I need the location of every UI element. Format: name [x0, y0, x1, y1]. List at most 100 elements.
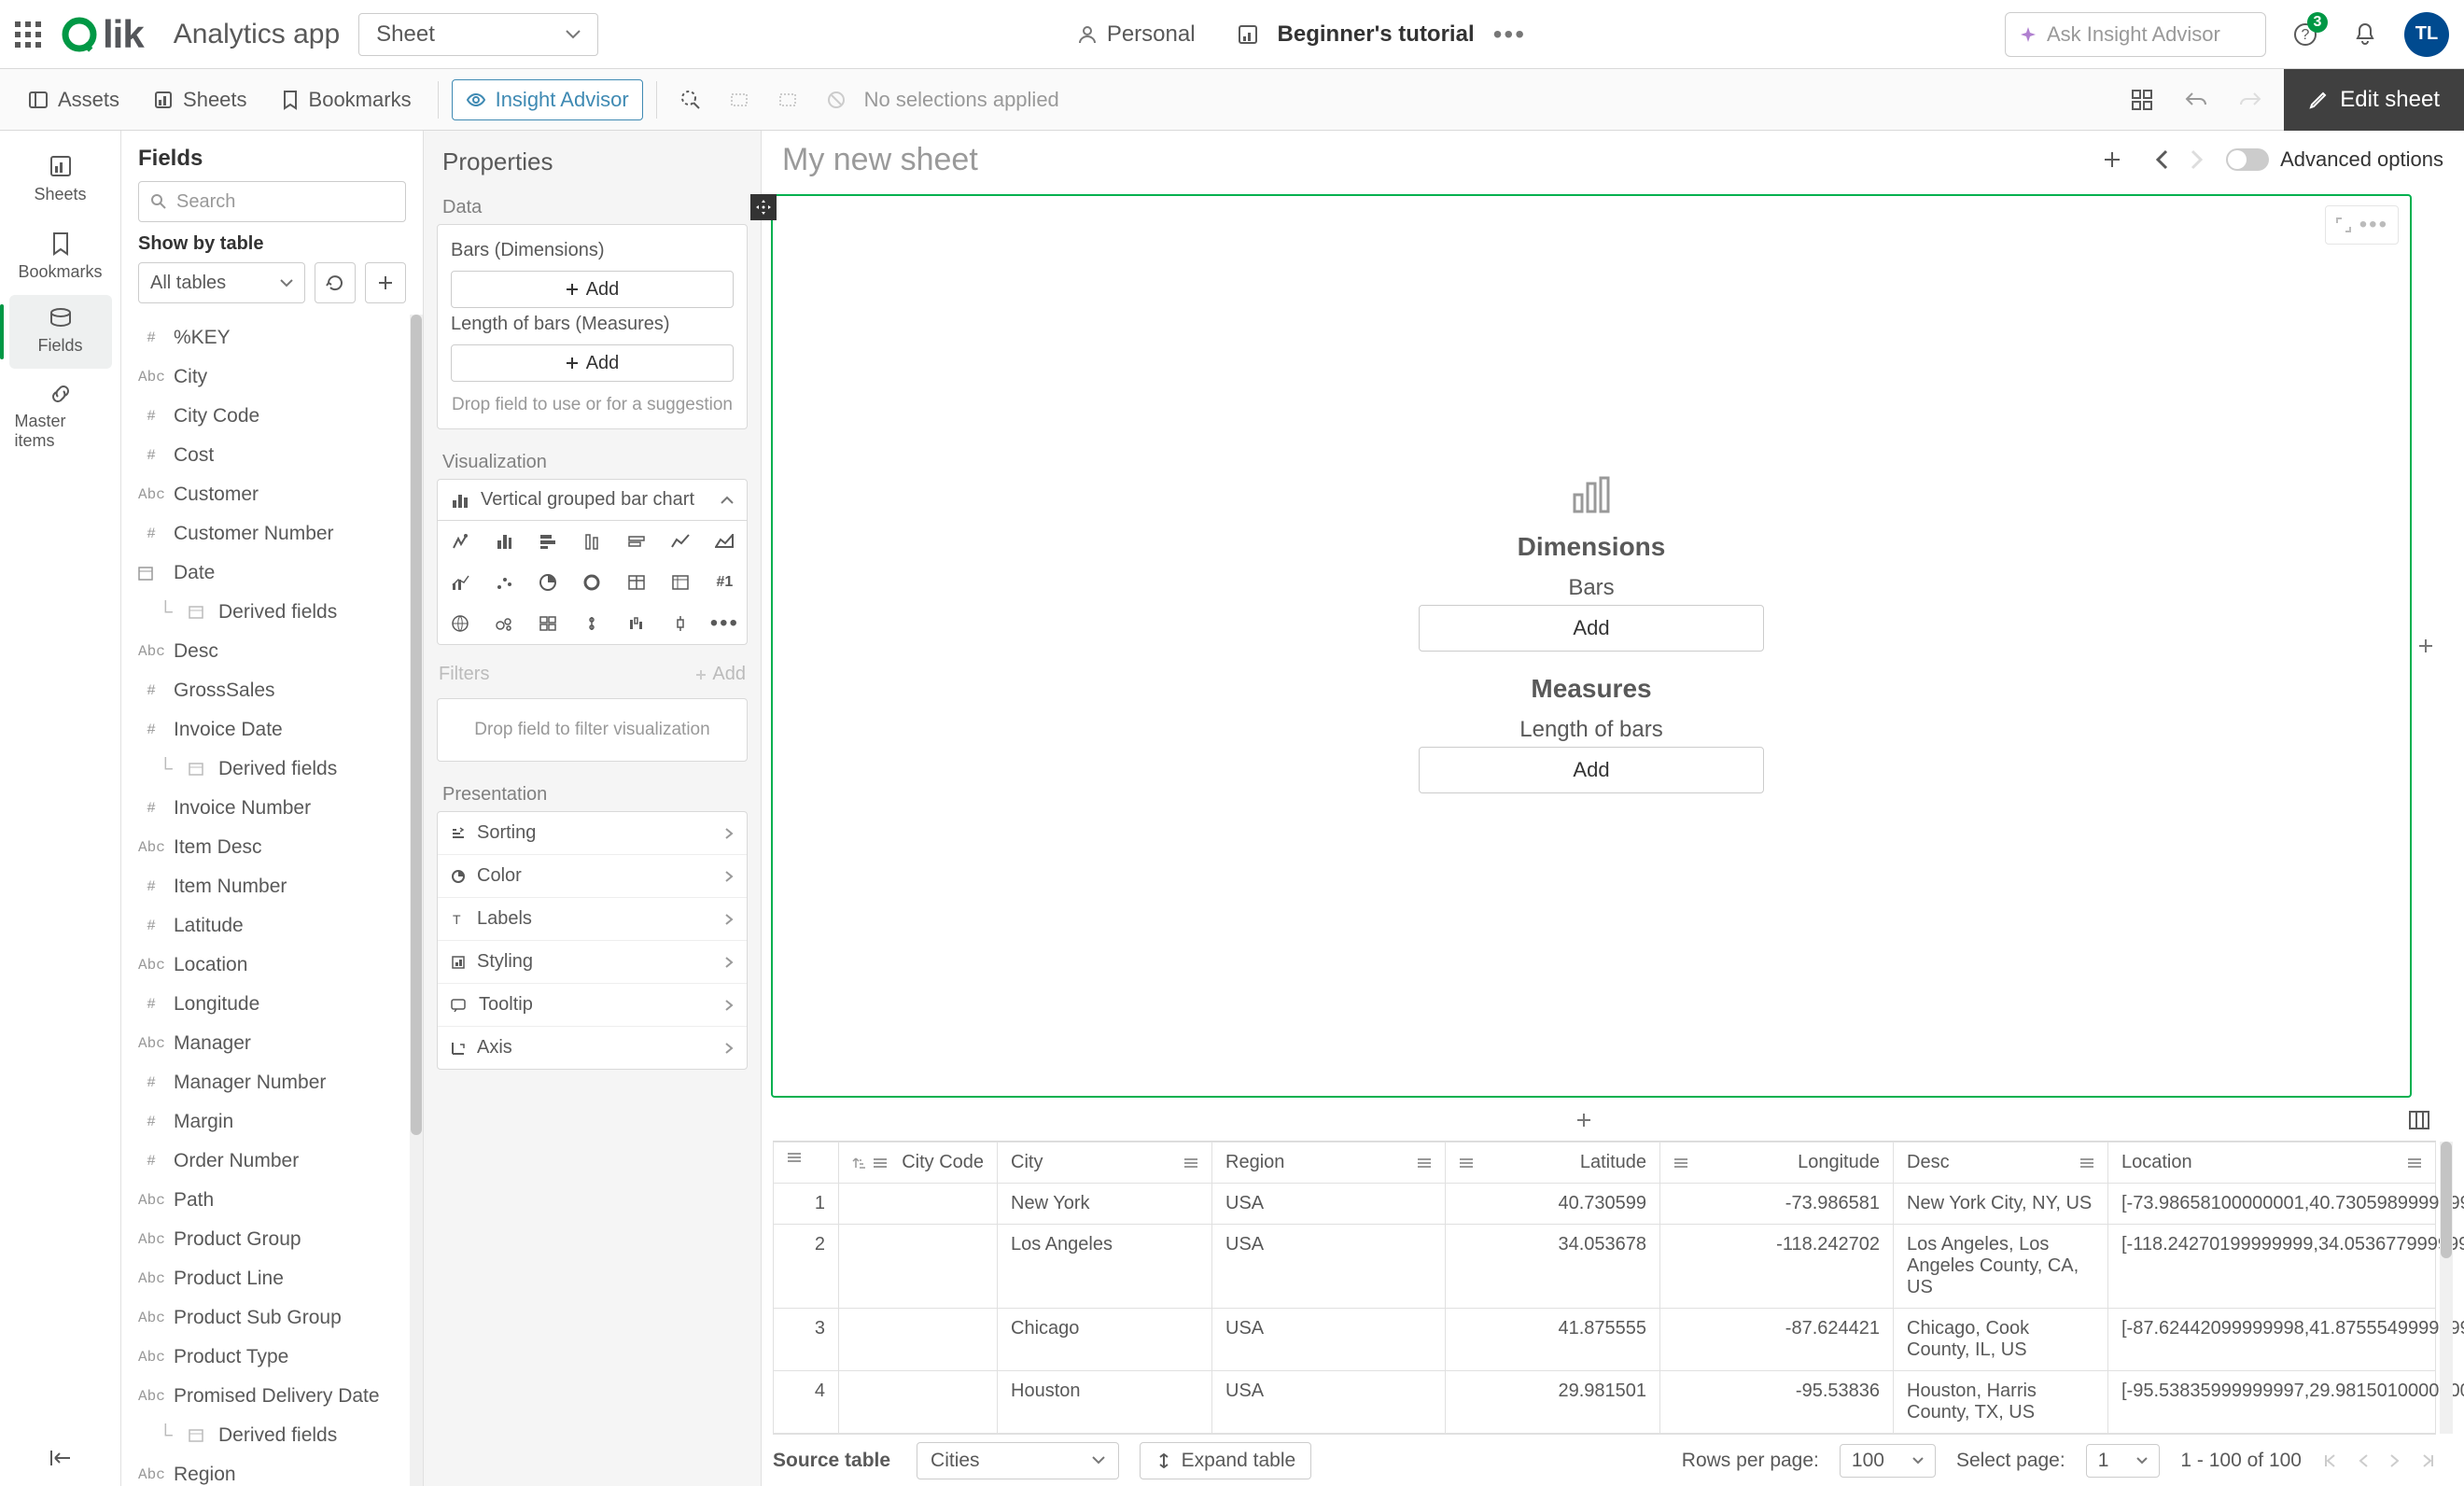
- field-item[interactable]: AbcCustomer: [121, 475, 423, 514]
- source-table-dropdown[interactable]: Cities: [917, 1442, 1119, 1479]
- field-item[interactable]: AbcRegion: [121, 1455, 423, 1486]
- table-row[interactable]: 1New YorkUSA40.730599-73.986581New York …: [774, 1184, 2436, 1225]
- viz-scatter-icon[interactable]: [482, 562, 525, 603]
- personal-menu[interactable]: Personal: [1077, 21, 1196, 48]
- table-row[interactable]: 4HoustonUSA29.981501-95.53836Houston, Ha…: [774, 1371, 2436, 1434]
- field-item[interactable]: #Invoice Date: [121, 710, 423, 750]
- field-item[interactable]: #%KEY: [121, 318, 423, 357]
- selections-tool-button[interactable]: [2121, 79, 2163, 120]
- viz-treemap-icon[interactable]: [482, 603, 525, 644]
- collapse-rail-button[interactable]: [48, 1449, 74, 1467]
- viz-hbar-icon[interactable]: [526, 521, 570, 562]
- field-item[interactable]: #Invoice Number: [121, 789, 423, 828]
- viz-combo-icon[interactable]: [438, 562, 482, 603]
- field-item[interactable]: #GrossSales: [121, 671, 423, 710]
- viz-pivot-icon[interactable]: [658, 562, 702, 603]
- field-item[interactable]: #Margin: [121, 1102, 423, 1142]
- viz-hstacked-icon[interactable]: [614, 521, 658, 562]
- table-header[interactable]: City Code: [839, 1143, 998, 1184]
- table-header[interactable]: City: [998, 1143, 1212, 1184]
- presentation-item[interactable]: Sorting: [438, 812, 747, 855]
- table-row[interactable]: 3ChicagoUSA41.875555-87.624421Chicago, C…: [774, 1309, 2436, 1371]
- table-scrollbar[interactable]: [2440, 1142, 2453, 1434]
- rail-master-items[interactable]: Master items: [9, 369, 112, 464]
- field-item[interactable]: └Derived fields: [121, 1416, 423, 1455]
- drop-filter-zone[interactable]: Drop field to filter visualization: [437, 698, 748, 762]
- smart-search-button[interactable]: [670, 79, 711, 120]
- field-item[interactable]: AbcItem Desc: [121, 828, 423, 867]
- presentation-item[interactable]: TLabels: [438, 898, 747, 941]
- table-header[interactable]: [774, 1143, 839, 1184]
- field-item[interactable]: AbcManager: [121, 1024, 423, 1063]
- field-item[interactable]: AbcPromised Delivery Date: [121, 1377, 423, 1416]
- qlik-logo[interactable]: lik: [60, 12, 144, 57]
- insight-search[interactable]: Ask Insight Advisor: [2005, 12, 2266, 57]
- viz-current-row[interactable]: Vertical grouped bar chart: [437, 479, 748, 521]
- viz-stacked-icon[interactable]: [570, 521, 614, 562]
- field-item[interactable]: AbcPath: [121, 1181, 423, 1220]
- viz-box-icon[interactable]: [658, 603, 702, 644]
- field-item[interactable]: Date: [121, 554, 423, 593]
- presentation-item[interactable]: Color: [438, 855, 747, 898]
- field-item[interactable]: #Latitude: [121, 906, 423, 946]
- field-item[interactable]: #Manager Number: [121, 1063, 423, 1102]
- fields-scrollbar[interactable]: [410, 315, 423, 1486]
- viz-vbar-icon[interactable]: [482, 521, 525, 562]
- field-item[interactable]: #Cost: [121, 436, 423, 475]
- rows-per-page-select[interactable]: 100: [1840, 1444, 1936, 1478]
- table-row[interactable]: 2Los AngelesUSA34.053678-118.242702Los A…: [774, 1225, 2436, 1309]
- user-avatar[interactable]: TL: [2404, 12, 2449, 57]
- viz-distribution-icon[interactable]: [570, 603, 614, 644]
- advanced-toggle[interactable]: [2226, 148, 2269, 171]
- field-item[interactable]: AbcProduct Group: [121, 1220, 423, 1259]
- expand-icon[interactable]: [2335, 217, 2352, 233]
- chart-container[interactable]: ••• Dimensions Bars Add Measures Length …: [771, 194, 2412, 1098]
- add-measure-button[interactable]: Add: [451, 344, 734, 382]
- add-sheet-button[interactable]: [2092, 139, 2133, 180]
- table-header[interactable]: Region: [1212, 1143, 1446, 1184]
- help-button[interactable]: ? 3: [2285, 14, 2326, 55]
- app-launcher-icon[interactable]: [15, 21, 41, 48]
- rail-fields[interactable]: Fields: [9, 295, 112, 369]
- add-bars-button[interactable]: Add: [1419, 605, 1764, 652]
- viz-map-icon[interactable]: [438, 603, 482, 644]
- rail-sheets[interactable]: Sheets: [9, 140, 112, 217]
- table-header[interactable]: Longitude: [1660, 1143, 1894, 1184]
- add-length-button[interactable]: Add: [1419, 747, 1764, 793]
- table-header[interactable]: Desc: [1894, 1143, 2108, 1184]
- presentation-item[interactable]: Axis: [438, 1027, 747, 1069]
- field-item[interactable]: #Longitude: [121, 985, 423, 1024]
- sheet-title[interactable]: My new sheet: [782, 142, 978, 178]
- select-page-select[interactable]: 1: [2086, 1444, 2161, 1478]
- table-header[interactable]: Location: [2108, 1143, 2436, 1184]
- prev-sheet-button[interactable]: [2155, 149, 2168, 170]
- tutorial-title[interactable]: Beginner's tutorial: [1278, 21, 1475, 48]
- viz-donut-icon[interactable]: [570, 562, 614, 603]
- expand-table-button[interactable]: Expand table: [1140, 1442, 1312, 1479]
- add-field-button[interactable]: [365, 262, 406, 303]
- table-select[interactable]: All tables: [138, 262, 305, 303]
- field-item[interactable]: AbcLocation: [121, 946, 423, 985]
- add-dimension-button[interactable]: Add: [451, 271, 734, 308]
- drag-handle[interactable]: [750, 194, 777, 220]
- undo-button[interactable]: [2176, 79, 2217, 120]
- viz-pie-icon[interactable]: [526, 562, 570, 603]
- sheet-dropdown[interactable]: Sheet: [358, 13, 598, 56]
- chart-more-icon[interactable]: •••: [2359, 212, 2388, 238]
- field-item[interactable]: #City Code: [121, 397, 423, 436]
- field-item[interactable]: AbcDesc: [121, 632, 423, 671]
- field-item[interactable]: └Derived fields: [121, 593, 423, 632]
- viz-line-icon[interactable]: [658, 521, 702, 562]
- field-item[interactable]: #Item Number: [121, 867, 423, 906]
- viz-table-icon[interactable]: [614, 562, 658, 603]
- viz-grid-icon[interactable]: [526, 603, 570, 644]
- refresh-fields-button[interactable]: [315, 262, 356, 303]
- viz-auto-icon[interactable]: [438, 521, 482, 562]
- viz-area-icon[interactable]: [703, 521, 747, 562]
- field-item[interactable]: AbcProduct Type: [121, 1338, 423, 1377]
- field-item[interactable]: AbcProduct Sub Group: [121, 1298, 423, 1338]
- viz-more-icon[interactable]: •••: [703, 603, 747, 644]
- sheets-button[interactable]: Sheets: [140, 80, 260, 119]
- field-item[interactable]: #Order Number: [121, 1142, 423, 1181]
- tutorial-menu[interactable]: [1237, 23, 1259, 46]
